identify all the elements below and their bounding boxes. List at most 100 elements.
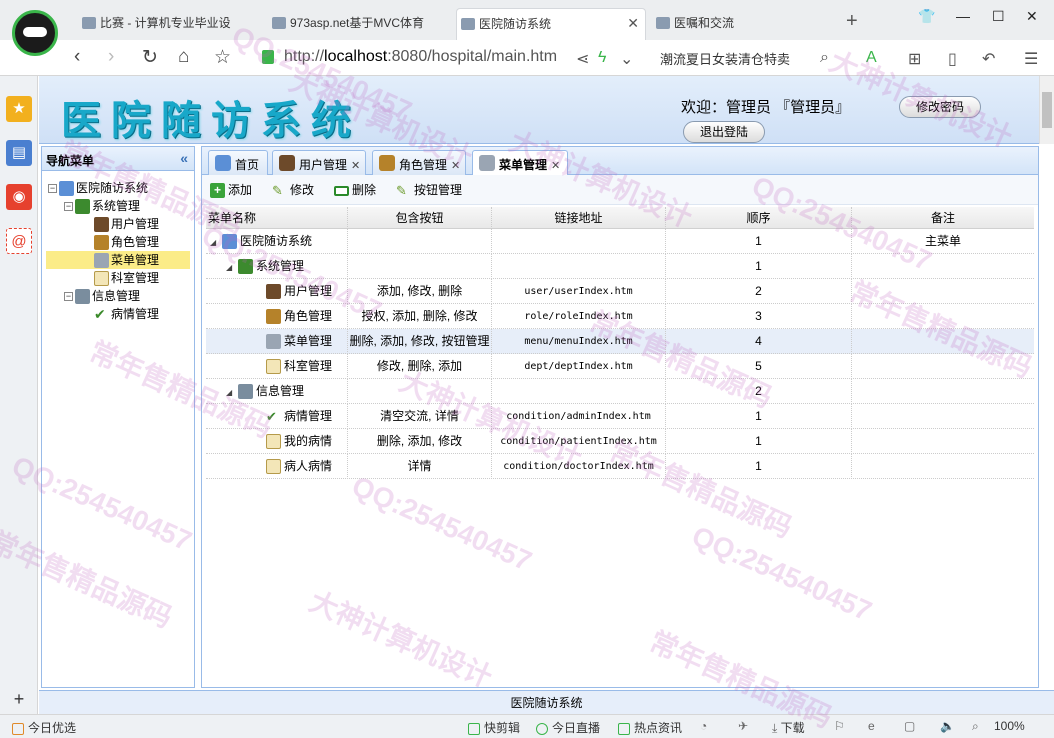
status-item[interactable]: 今日直播: [536, 719, 600, 736]
table-row[interactable]: 科室管理 修改, 删除, 添加 dept/deptIndex.htm 5: [206, 354, 1034, 379]
browser-logo[interactable]: [12, 10, 58, 56]
cell-url: dept/deptIndex.htm: [492, 354, 666, 379]
page-scrollbar[interactable]: [1039, 76, 1054, 144]
status-item[interactable]: 热点资讯: [618, 719, 682, 736]
mail-icon[interactable]: @: [6, 228, 32, 254]
check-icon: ✔: [266, 409, 277, 425]
add-sidebar-icon[interactable]: +: [6, 686, 32, 712]
zoom-icon[interactable]: ⌕: [972, 719, 979, 734]
table-row[interactable]: 菜单管理 删除, 添加, 修改, 按钮管理 menu/menuIndex.htm 4: [206, 329, 1034, 354]
new-tab-icon[interactable]: +: [846, 10, 858, 33]
browser-tab[interactable]: 比赛 - 计算机专业毕业设: [78, 8, 246, 40]
translate-icon[interactable]: A: [866, 49, 877, 67]
close-tab-icon[interactable]: ✕: [451, 160, 460, 172]
speed-icon[interactable]: ◔: [700, 719, 707, 733]
tree-toggle-icon[interactable]: −: [64, 202, 73, 212]
browser-tab[interactable]: 973asp.net基于MVC体育: [268, 8, 446, 40]
favorites-icon[interactable]: ★: [6, 96, 32, 122]
share-icon[interactable]: ⋖: [576, 49, 589, 69]
column-header[interactable]: 备注: [852, 207, 1034, 229]
forward-icon[interactable]: ›: [108, 46, 114, 68]
zoom-level[interactable]: 100%: [994, 719, 1025, 733]
tree-node-dept[interactable]: 科室管理: [94, 269, 159, 287]
cell-order: 1: [666, 404, 852, 429]
tree-node-info[interactable]: − 信息管理: [64, 287, 140, 305]
bookmark-star-icon[interactable]: ☆: [214, 46, 231, 69]
edit-button[interactable]: ✎ 修改: [272, 181, 314, 198]
weibo-icon[interactable]: ◉: [6, 184, 32, 210]
tree-toggle-icon[interactable]: −: [64, 292, 73, 302]
tree-node-role[interactable]: 角色管理: [94, 233, 159, 251]
today-picks[interactable]: 今日优选: [12, 719, 76, 736]
download-button[interactable]: ⤓ 下载: [772, 719, 805, 736]
calendar-icon[interactable]: ▤: [6, 140, 32, 166]
table-row[interactable]: ◢ 信息管理 2: [206, 379, 1034, 404]
tab-home[interactable]: 首页: [208, 150, 268, 175]
expand-arrow-icon[interactable]: ◢: [226, 380, 238, 404]
table-row[interactable]: 病人病情 详情 condition/doctorIndex.htm 1: [206, 454, 1034, 479]
column-header[interactable]: 菜单名称: [206, 207, 348, 229]
search-suggestion[interactable]: 潮流夏日女装清仓特卖: [660, 49, 790, 68]
status-item[interactable]: 快剪辑: [468, 719, 520, 736]
minimize-icon[interactable]: —: [956, 8, 970, 24]
tree-node-system[interactable]: − 系统管理: [64, 197, 140, 215]
button-management-button[interactable]: ✎ 按钮管理: [396, 181, 462, 198]
window-icon[interactable]: ▢: [904, 719, 915, 733]
expand-arrow-icon[interactable]: ◢: [226, 255, 238, 279]
close-window-icon[interactable]: ✕: [1026, 8, 1038, 25]
reload-icon[interactable]: ↻: [142, 46, 158, 69]
close-tab-icon[interactable]: ✕: [551, 160, 560, 172]
column-header[interactable]: 顺序: [666, 207, 852, 229]
logout-button[interactable]: 退出登陆: [683, 121, 765, 143]
table-row[interactable]: ✔ 病情管理 清空交流, 详情 condition/adminIndex.htm 1: [206, 404, 1034, 429]
tab-user-management[interactable]: 用户管理 ✕: [272, 150, 366, 175]
close-tab-icon[interactable]: ✕: [627, 15, 639, 32]
nav-panel-title: 导航菜单: [46, 154, 95, 168]
tree-node-condition[interactable]: ✔ 病情管理: [94, 305, 159, 323]
lightning-icon[interactable]: ϟ: [598, 49, 606, 67]
cell-menu-name: 角色管理: [206, 304, 348, 329]
dropdown-icon[interactable]: ⌄: [620, 49, 633, 69]
undo-icon[interactable]: ↶: [982, 49, 995, 69]
pin-icon[interactable]: ✈: [738, 719, 748, 733]
table-row[interactable]: 我的病情 删除, 添加, 修改 condition/patientIndex.htm…: [206, 429, 1034, 454]
table-row[interactable]: 用户管理 添加, 修改, 删除 user/userIndex.htm 2: [206, 279, 1034, 304]
menu-icon: [266, 334, 281, 350]
collapse-icon[interactable]: «: [180, 150, 188, 166]
delete-button[interactable]: 删除: [334, 181, 376, 198]
ie-icon[interactable]: e: [868, 719, 875, 733]
column-header[interactable]: 包含按钮: [348, 207, 492, 229]
back-icon[interactable]: ‹: [74, 46, 80, 68]
tree-node-menu-selected[interactable]: 菜单管理: [46, 251, 190, 269]
apps-icon[interactable]: ⊞: [908, 49, 921, 69]
tab-role-management[interactable]: 角色管理 ✕: [372, 150, 466, 175]
cell-order: 2: [666, 279, 852, 304]
tree-node-user[interactable]: 用户管理: [94, 215, 159, 233]
tree-node-root[interactable]: − 医院随访系统: [48, 179, 148, 197]
browser-tab[interactable]: 医嘱和交流: [652, 8, 832, 40]
home-icon[interactable]: ⌂: [178, 46, 189, 68]
shirt-icon[interactable]: 👕: [918, 8, 935, 25]
maximize-icon[interactable]: ☐: [992, 8, 1005, 25]
expand-arrow-icon[interactable]: ◢: [210, 230, 222, 254]
column-header[interactable]: 链接地址: [492, 207, 666, 229]
sound-icon[interactable]: 🔈: [940, 719, 955, 733]
search-icon[interactable]: ⌕: [820, 49, 829, 67]
menu-icon[interactable]: ☰: [1024, 49, 1038, 69]
flag-icon[interactable]: ⚐: [834, 719, 845, 733]
cell-url: condition/patientIndex.htm: [492, 429, 666, 454]
role-icon: [94, 235, 109, 251]
home-icon: [59, 181, 74, 197]
table-row[interactable]: ◢ 系统管理 1: [206, 254, 1034, 279]
change-password-button[interactable]: 修改密码: [899, 96, 981, 118]
browser-tab-active[interactable]: 医院随访系统 ✕: [456, 8, 646, 40]
add-button[interactable]: + 添加: [210, 181, 252, 199]
tablet-icon[interactable]: ▯: [948, 49, 957, 69]
cell-buttons: 详情: [348, 454, 492, 479]
close-tab-icon[interactable]: ✕: [351, 160, 360, 172]
table-row[interactable]: 角色管理 授权, 添加, 删除, 修改 role/roleIndex.htm 3: [206, 304, 1034, 329]
scrollbar-thumb[interactable]: [1042, 92, 1052, 128]
tree-toggle-icon[interactable]: −: [48, 184, 57, 194]
table-row[interactable]: ◢ 医院随访系统 1 主菜单: [206, 229, 1034, 254]
tab-menu-management[interactable]: 菜单管理 ✕: [472, 150, 568, 176]
